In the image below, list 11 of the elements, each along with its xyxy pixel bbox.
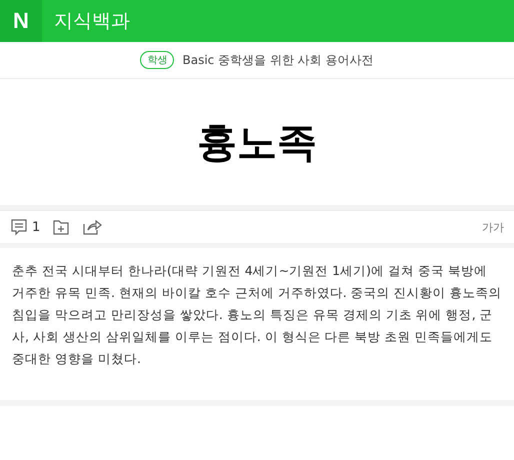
definition-text: 춘추 전국 시대부터 한나라(대략 기원전 4세기~기원전 1세기)에 걸쳐 중국 북방에 거주한 유목 민족. 현재의 바이칼 호수 근처에 거주하였다. 중국의 진시황이 흉노족의 침입을 막으려고 만리장성을 쌓았다. 흉노의 특징은 유목 경제의 기초 위에 행정, 군사, 사회 생산의 삼위일체를 이루는 점이다. 이 형식은 다른 북방 초원 민족들에게도 중대한 영향을 미쳤다. xyxy=(11,262,503,368)
app-title: 지식백과 xyxy=(54,9,130,34)
entry-title: 흉노족 xyxy=(197,118,317,168)
comment-icon[interactable] xyxy=(10,218,28,236)
comment-count: 1 xyxy=(32,220,40,234)
category-tag: 학생 xyxy=(140,51,174,69)
folder-add-icon[interactable] xyxy=(52,218,70,236)
dictionary-name[interactable]: Basic 중학생을 위한 사회 용어사전 xyxy=(182,52,374,68)
font-size-button[interactable]: 가가 xyxy=(482,220,504,234)
logo[interactable]: N xyxy=(0,0,42,42)
share-icon[interactable] xyxy=(82,218,102,236)
